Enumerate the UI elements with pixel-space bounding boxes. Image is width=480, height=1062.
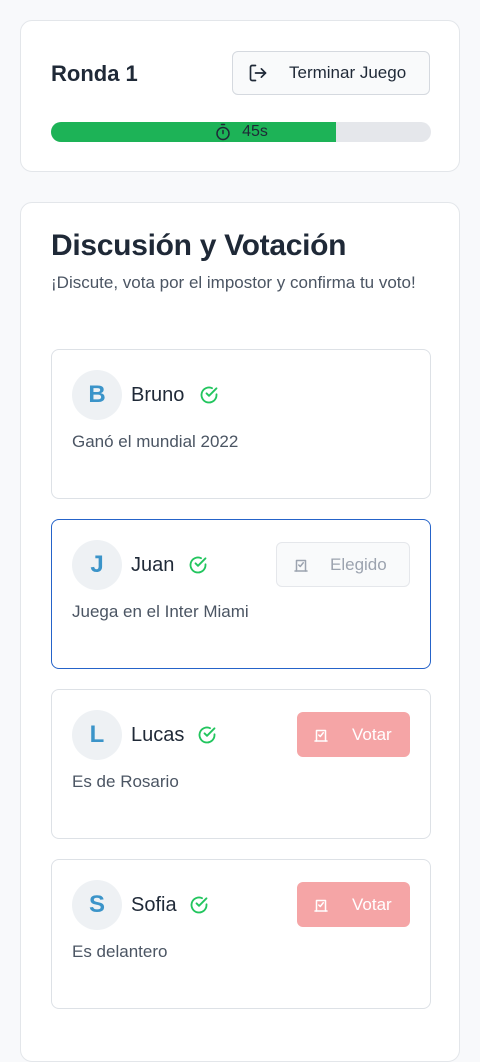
round-header-card: Ronda 1 Terminar Juego 45s [20, 20, 460, 172]
vote-label: Votar [352, 894, 392, 914]
vote-button-sofia[interactable]: Votar [297, 882, 410, 927]
player-clue: Es delantero [72, 942, 168, 961]
player-card-juan[interactable]: J Juan Elegido Juega en el Inter Miami [51, 519, 431, 669]
check-circle-icon [200, 386, 218, 404]
avatar: L [72, 710, 122, 760]
ballot-icon [314, 899, 328, 912]
vote-button-lucas[interactable]: Votar [297, 712, 410, 757]
stopwatch-icon [216, 123, 230, 141]
player-name: Lucas [131, 724, 185, 746]
player-card-bruno: B Bruno Ganó el mundial 2022 [51, 349, 431, 499]
check-circle-icon [189, 556, 207, 574]
vote-label: Votar [352, 724, 392, 744]
chosen-label: Elegido [330, 554, 387, 574]
player-name: Juan [131, 554, 175, 576]
player-name: Bruno [131, 384, 185, 406]
player-card-lucas: L Lucas Votar Es de Rosario [51, 689, 431, 839]
avatar: J [72, 540, 122, 590]
check-circle-icon [198, 726, 216, 744]
timer-readout: 45s [51, 122, 431, 142]
section-subtitle: ¡Discute, vota por el impostor y confirm… [51, 273, 416, 292]
round-title: Ronda 1 [51, 61, 138, 86]
avatar: S [72, 880, 122, 930]
ballot-icon [294, 559, 308, 572]
timer-text: 45s [242, 123, 268, 140]
avatar: B [72, 370, 122, 420]
end-game-button[interactable]: Terminar Juego [232, 51, 430, 95]
end-game-label: Terminar Juego [289, 63, 407, 82]
chosen-button: Elegido [276, 542, 410, 587]
discussion-card: Discusión y Votación ¡Discute, vota por … [20, 202, 460, 1062]
player-name: Sofia [131, 894, 177, 916]
player-card-sofia: S Sofia Votar Es delantero [51, 859, 431, 1009]
player-clue: Ganó el mundial 2022 [72, 432, 239, 451]
timer-progress-bar: 45s [51, 122, 431, 142]
section-title: Discusión y Votación [51, 229, 347, 262]
check-circle-icon [190, 896, 208, 914]
logout-icon [249, 64, 267, 82]
player-clue: Juega en el Inter Miami [72, 602, 249, 621]
player-clue: Es de Rosario [72, 772, 179, 791]
ballot-icon [314, 729, 328, 742]
